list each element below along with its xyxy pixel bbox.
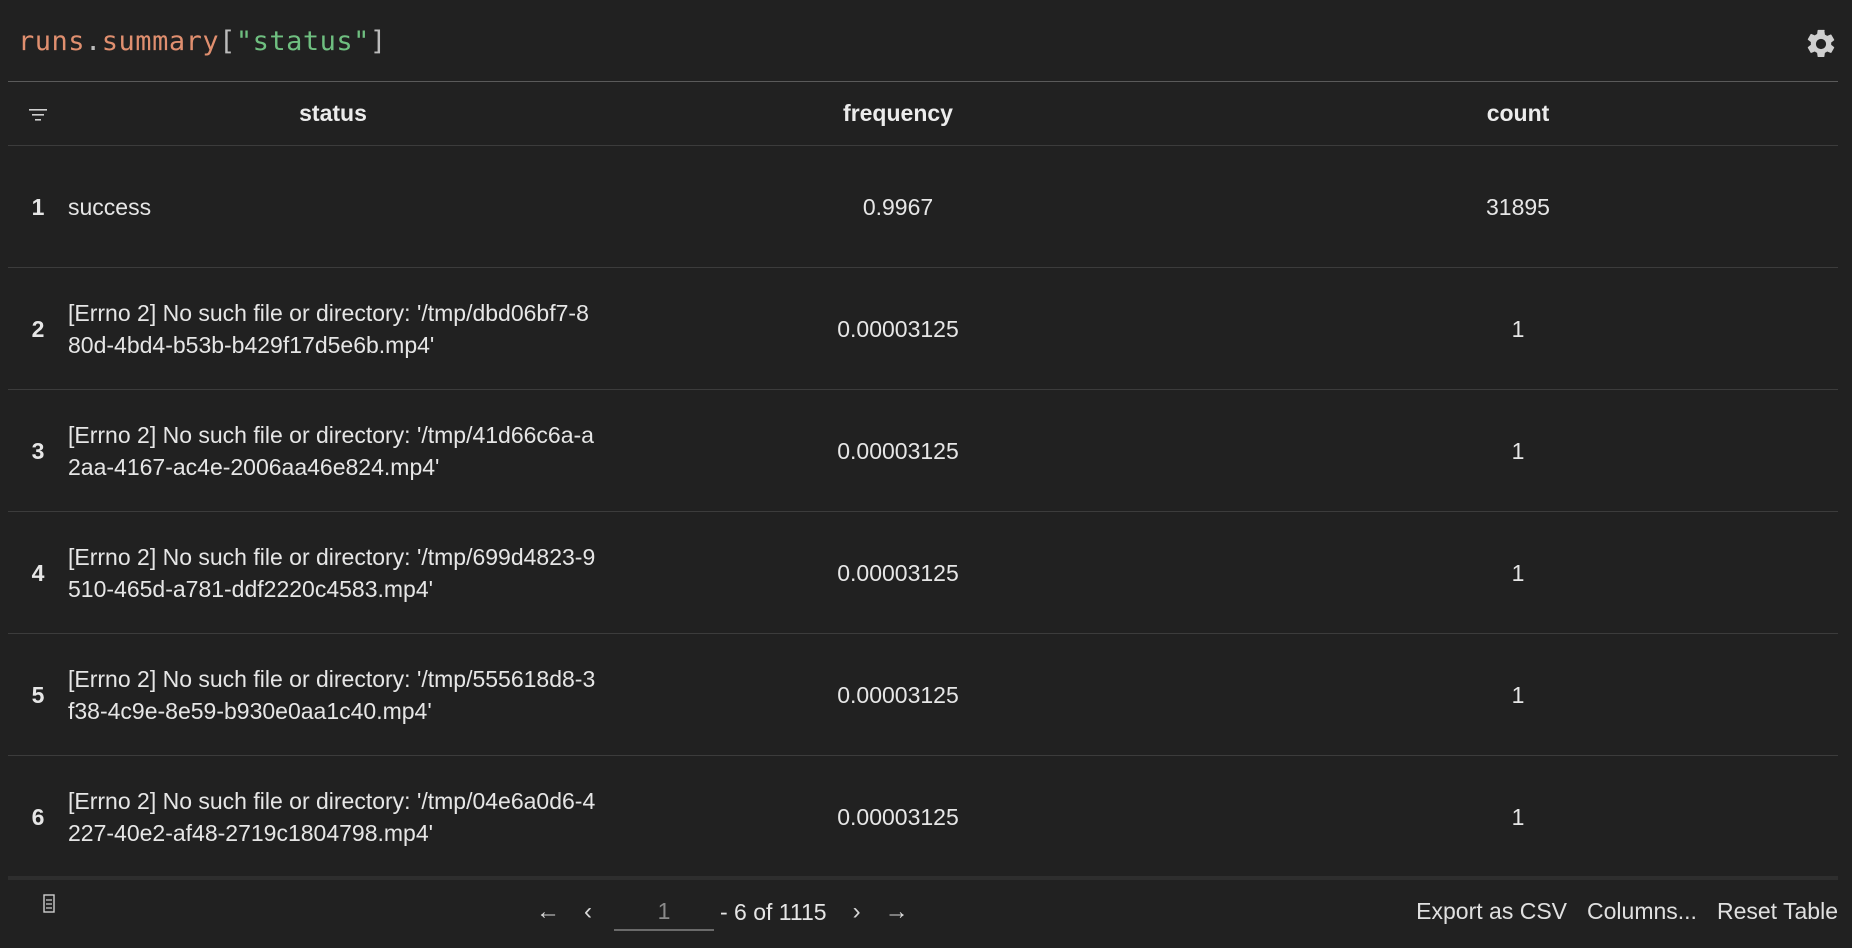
table-row: 5 [Errno 2] No such file or directory: '… (8, 633, 1838, 756)
count-cell: 1 (1198, 755, 1838, 878)
status-cell: success (68, 145, 598, 268)
expr-dot: . (85, 26, 102, 57)
column-header-count[interactable]: count (1198, 82, 1838, 146)
expr-key: "status" (235, 26, 370, 57)
status-cell: [Errno 2] No such file or directory: '/t… (68, 389, 598, 512)
frequency-cell: 0.00003125 (598, 389, 1198, 512)
frequency-cell: 0.00003125 (598, 633, 1198, 756)
count-cell: 1 (1198, 511, 1838, 634)
expression-text[interactable]: runs.summary["status"] (18, 26, 387, 57)
expr-attr: summary (101, 26, 220, 57)
frequency-cell: 0.00003125 (598, 267, 1198, 390)
table-panel: runs.summary["status"] status frequency … (0, 0, 1852, 948)
status-cell: [Errno 2] No such file or directory: '/t… (68, 633, 598, 756)
footer-actions: Export as CSV Columns... Reset Table (1416, 898, 1838, 925)
last-page-button[interactable]: → (877, 898, 917, 926)
expr-object: runs (18, 26, 86, 57)
filter-header-cell[interactable] (8, 82, 68, 146)
row-index: 2 (8, 267, 68, 390)
prev-page-button[interactable]: ‹ (568, 898, 608, 926)
count-cell: 31895 (1198, 145, 1838, 268)
summary-table: status frequency count 1 success 0.9967 … (8, 82, 1838, 878)
status-cell: [Errno 2] No such file or directory: '/t… (68, 755, 598, 878)
table-row: 4 [Errno 2] No such file or directory: '… (8, 511, 1838, 634)
frequency-cell: 0.00003125 (598, 755, 1198, 878)
reset-table-button[interactable]: Reset Table (1717, 898, 1838, 925)
count-cell: 1 (1198, 267, 1838, 390)
rows-icon[interactable] (42, 894, 56, 914)
table-row: 1 success 0.9967 31895 (8, 145, 1838, 268)
page-number-input[interactable] (614, 893, 714, 931)
row-index: 4 (8, 511, 68, 634)
column-header-frequency[interactable]: frequency (598, 82, 1198, 146)
column-header-status[interactable]: status (68, 82, 598, 146)
columns-button[interactable]: Columns... (1587, 898, 1697, 925)
expr-close-bracket: ] (369, 26, 387, 57)
row-index: 1 (8, 145, 68, 268)
row-index: 6 (8, 755, 68, 878)
table-header-row: status frequency count (8, 82, 1838, 146)
count-cell: 1 (1198, 389, 1838, 512)
frequency-cell: 0.00003125 (598, 511, 1198, 634)
table-footer: ← ‹ - 6 of 1115 › → Export as CSV Column… (8, 876, 1838, 948)
status-cell: [Errno 2] No such file or directory: '/t… (68, 511, 598, 634)
expression-bar: runs.summary["status"] (8, 0, 1838, 82)
first-page-button[interactable]: ← (528, 898, 568, 926)
row-index: 3 (8, 389, 68, 512)
table-row: 6 [Errno 2] No such file or directory: '… (8, 755, 1838, 878)
count-cell: 1 (1198, 633, 1838, 756)
export-csv-button[interactable]: Export as CSV (1416, 898, 1567, 925)
gear-icon[interactable] (1804, 27, 1838, 61)
expr-open-bracket: [ (219, 26, 236, 57)
pagination: ← ‹ - 6 of 1115 › → (528, 892, 917, 932)
page-range-text: - 6 of 1115 (720, 898, 827, 925)
table-row: 2 [Errno 2] No such file or directory: '… (8, 267, 1838, 390)
row-index: 5 (8, 633, 68, 756)
status-cell: [Errno 2] No such file or directory: '/t… (68, 267, 598, 390)
table-row: 3 [Errno 2] No such file or directory: '… (8, 389, 1838, 512)
next-page-button[interactable]: › (837, 898, 877, 926)
frequency-cell: 0.9967 (598, 145, 1198, 268)
filter-icon[interactable] (29, 108, 47, 122)
